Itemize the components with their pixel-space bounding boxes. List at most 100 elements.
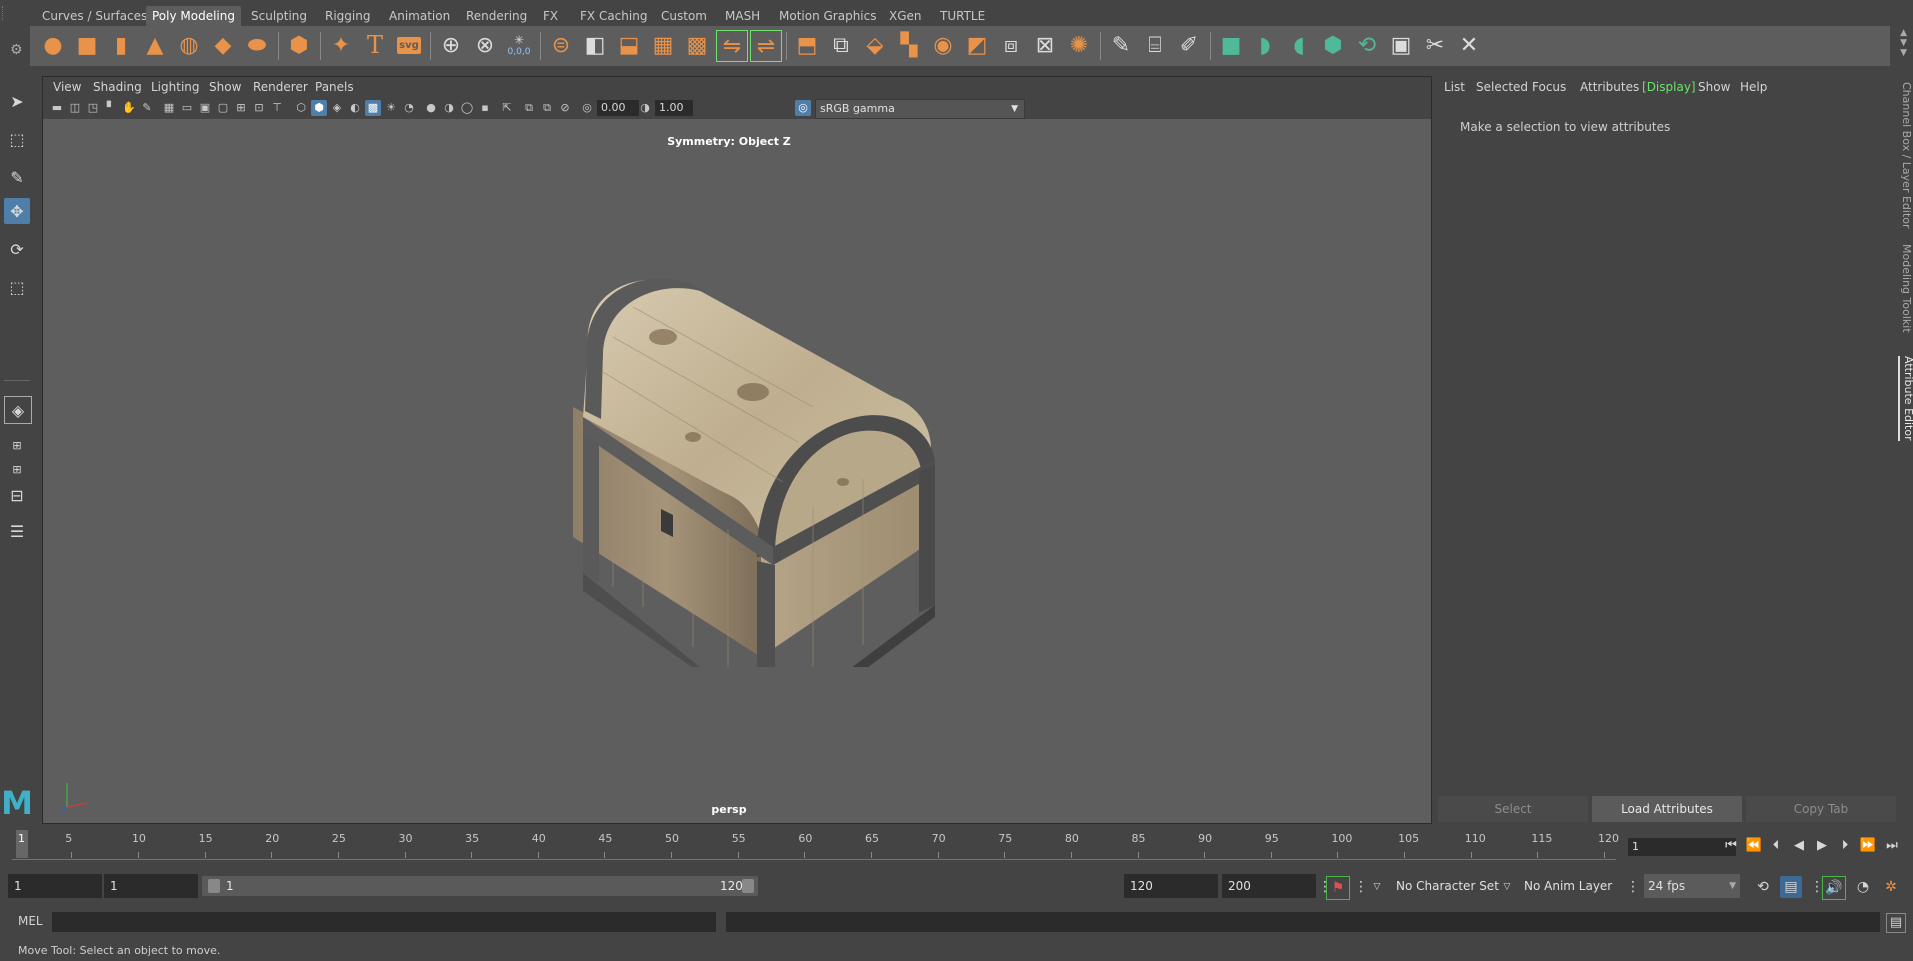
combine-icon[interactable]: ⊜	[546, 30, 576, 60]
load-attributes-button[interactable]: Load Attributes	[1592, 796, 1742, 822]
menu-display[interactable]: [Display]	[1642, 80, 1696, 94]
go-to-start-icon[interactable]: ⏮	[1721, 836, 1741, 856]
range-slider[interactable]	[202, 876, 758, 896]
menu-attributes[interactable]: Attributes	[1580, 80, 1639, 94]
tab-custom[interactable]: Custom	[655, 6, 713, 26]
multisample-aa-icon[interactable]: ◑	[441, 100, 457, 116]
shelf-grip[interactable]	[2, 6, 9, 20]
shadows-icon[interactable]: ☀	[383, 100, 399, 116]
color-management-icon[interactable]: ◎	[795, 100, 811, 116]
menu-selected[interactable]: Selected	[1476, 80, 1528, 94]
poly-plane-icon[interactable]: ◆	[208, 30, 238, 60]
menu-lighting[interactable]: Lighting	[151, 80, 200, 94]
script-editor-icon[interactable]: ▤	[1886, 913, 1906, 933]
shelf-gear-icon[interactable]: ⚙	[10, 42, 23, 58]
poly-cylinder-icon[interactable]: ▮	[106, 30, 136, 60]
treasure-chest-model[interactable]	[543, 247, 1003, 667]
auto-key-icon[interactable]: ⚑	[1326, 876, 1350, 900]
use-all-lights-icon[interactable]: ▩	[365, 100, 381, 116]
copy-tab-button[interactable]: Copy Tab	[1746, 796, 1896, 822]
type-text-icon[interactable]: T	[360, 30, 390, 60]
svg-tool-icon[interactable]: svg	[394, 30, 424, 60]
wireframe-icon[interactable]: ⬡	[293, 100, 309, 116]
smooth-icon[interactable]: ▦	[648, 30, 678, 60]
resolution-gate-icon[interactable]: ▣	[197, 100, 213, 116]
measure-tool-icon[interactable]: ⊕	[436, 30, 466, 60]
smooth-shade-icon[interactable]: ⬢	[311, 100, 327, 116]
spherical-map-icon[interactable]: ◖	[1284, 30, 1314, 60]
film-gate-icon[interactable]: ▭	[179, 100, 195, 116]
tab-curves-surfaces[interactable]: Curves / Surfaces	[36, 6, 153, 26]
tab-motion-graphics[interactable]: Motion Graphics	[773, 6, 883, 26]
gamma-icon[interactable]: ◑	[637, 100, 653, 116]
backface-culling-icon[interactable]: ⊘	[557, 100, 573, 116]
paint-select-tool-icon[interactable]: ✎	[4, 164, 30, 190]
grease-pencil-icon[interactable]: ✎	[139, 100, 155, 116]
end-time-field[interactable]: 200	[1222, 874, 1316, 898]
grid-icon[interactable]: ▦	[161, 100, 177, 116]
quad-draw-icon[interactable]: ✐	[1174, 30, 1204, 60]
move-tool-icon[interactable]: ✥	[4, 198, 30, 224]
bookmark-icon[interactable]: ◳	[85, 100, 101, 116]
tab-fx-caching[interactable]: FX Caching	[574, 6, 653, 26]
single-perspective-layout-icon[interactable]: ◈	[4, 396, 32, 424]
uv-editor-icon[interactable]: ⟲	[1352, 30, 1382, 60]
select-tool-icon[interactable]: ➤	[4, 88, 30, 114]
append-polygon-icon[interactable]: ▚	[894, 30, 924, 60]
tab-channel-box[interactable]: Channel Box / Layer Editor	[1898, 82, 1913, 229]
tab-sculpting[interactable]: Sculpting	[245, 6, 313, 26]
xray-active-icon[interactable]: ⧉	[521, 100, 537, 116]
planar-map-icon[interactable]: ■	[1216, 30, 1246, 60]
lasso-tool-icon[interactable]: ⬚	[4, 126, 30, 152]
select-button[interactable]: Select	[1438, 796, 1588, 822]
poly-disc-icon[interactable]: ⬬	[242, 30, 272, 60]
play-forwards-icon[interactable]: ▶	[1812, 836, 1832, 856]
exposure-icon[interactable]: ◎	[579, 100, 595, 116]
uv-checker-icon[interactable]: ▣	[1386, 30, 1416, 60]
reset-transform-icon[interactable]: ⊗	[470, 30, 500, 60]
extrude-icon[interactable]: ⬒	[792, 30, 822, 60]
tab-poly-modeling[interactable]: Poly Modeling	[146, 6, 241, 26]
persp-outliner-layout-icon[interactable]: ⊞	[4, 456, 30, 482]
origin-pivot-icon[interactable]: ✳ 0,0,0	[504, 30, 534, 60]
menu-help[interactable]: Help	[1740, 80, 1767, 94]
poly-cone-icon[interactable]: ▲	[140, 30, 170, 60]
isolate-select-icon[interactable]: ▪	[477, 100, 493, 116]
edge-loop-icon[interactable]: ⌸	[1140, 30, 1170, 60]
command-language-label[interactable]: MEL	[18, 914, 43, 928]
gate-mask-icon[interactable]: ▢	[215, 100, 231, 116]
outliner-icon[interactable]: ☰	[4, 518, 30, 544]
super-shape-icon[interactable]: ✦	[326, 30, 356, 60]
wireframe-on-shaded-icon[interactable]: ◈	[329, 100, 345, 116]
textured-icon[interactable]: ◐	[347, 100, 363, 116]
camera-attributes-icon[interactable]: ◫	[67, 100, 83, 116]
start-time-field[interactable]: 1	[8, 874, 102, 898]
go-to-end-icon[interactable]: ⏭	[1882, 836, 1902, 856]
cut-uv-icon[interactable]: ✂	[1420, 30, 1450, 60]
step-back-key-icon[interactable]: ⏪	[1744, 836, 1764, 856]
tab-attribute-editor[interactable]: Attribute Editor	[1898, 356, 1913, 441]
graph-layout-icon[interactable]: ⊟	[4, 482, 30, 508]
chevron-down-icon[interactable]: ▽	[1366, 876, 1388, 898]
gamma-field[interactable]: 1.00	[655, 100, 693, 116]
step-forward-key-icon[interactable]: ⏩	[1858, 836, 1878, 856]
field-chart-icon[interactable]: ⊞	[233, 100, 249, 116]
step-forward-frame-icon[interactable]: ⏵	[1835, 836, 1855, 856]
command-input[interactable]	[52, 912, 716, 932]
menu-renderer[interactable]: Renderer	[253, 80, 308, 94]
select-camera-icon[interactable]: ▬	[49, 100, 65, 116]
sound-icon[interactable]: 🔊	[1822, 876, 1846, 900]
menu-panels[interactable]: Panels	[315, 80, 354, 94]
viewport-panel[interactable]: View Shading Lighting Show Renderer Pane…	[42, 76, 1432, 824]
chevron-down-icon[interactable]: ▽	[1496, 876, 1518, 898]
playback-start-field[interactable]: 1	[104, 874, 198, 898]
fps-select[interactable]: 24 fps ▼	[1644, 874, 1740, 898]
tab-rendering[interactable]: Rendering	[460, 6, 533, 26]
tab-rigging[interactable]: Rigging	[319, 6, 376, 26]
four-view-layout-icon[interactable]: ⊞	[4, 432, 30, 458]
tab-modeling-toolkit[interactable]: Modeling Toolkit	[1898, 244, 1913, 333]
animation-preferences-icon[interactable]: ◔	[1852, 876, 1874, 898]
safe-title-icon[interactable]: ⊤	[269, 100, 285, 116]
rotate-tool-icon[interactable]: ⟳	[4, 236, 30, 262]
cache-playback-icon[interactable]: ▤	[1780, 876, 1802, 898]
